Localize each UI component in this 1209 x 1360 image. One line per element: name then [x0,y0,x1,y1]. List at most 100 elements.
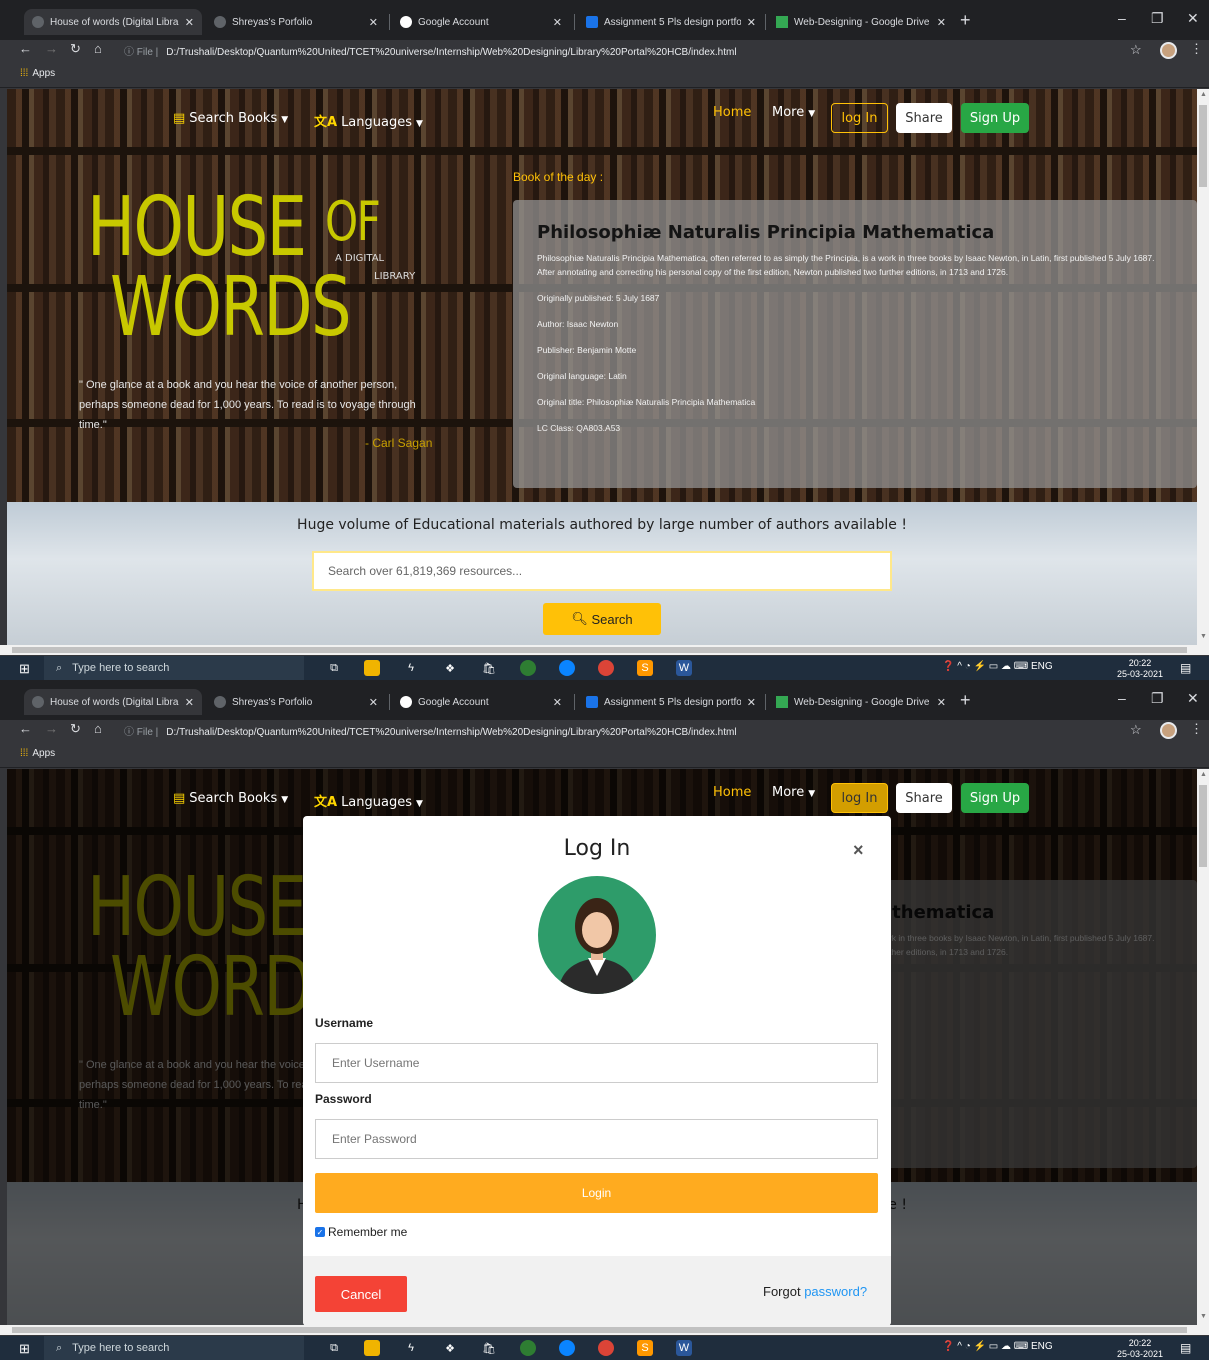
sublime-icon[interactable]: S [637,1340,653,1356]
login-button[interactable]: log In [831,783,888,813]
close-window-icon[interactable]: ✕ [1187,10,1199,27]
sublime-icon[interactable]: S [637,660,653,676]
home-icon[interactable]: ⌂ [94,721,102,736]
apps-bookmark[interactable]: ⁞⁞⁞ Apps [20,748,55,759]
new-tab-icon[interactable]: + [960,10,971,31]
tab-google-account[interactable]: Google Account ✕ [392,9,570,35]
paint-icon[interactable] [520,1340,536,1356]
scroll-thumb[interactable] [1199,785,1207,867]
search-books-dropdown[interactable]: ▤ Search Books ▼ [173,111,288,126]
chrome-icon[interactable] [598,660,614,676]
profile-avatar[interactable] [1160,722,1177,739]
vertical-scrollbar[interactable]: ▲ ▼ [1197,89,1209,645]
star-icon[interactable]: ☆ [1130,722,1142,738]
login-button[interactable]: log In [831,103,888,133]
menu-icon[interactable]: ⋮ [1190,41,1203,57]
tab-assignment[interactable]: Assignment 5 Pls design portfolio ✕ [578,689,764,715]
scroll-up-icon[interactable]: ▲ [1200,91,1207,98]
reload-icon[interactable]: ↻ [70,41,81,57]
profile-avatar[interactable] [1160,42,1177,59]
close-tab-icon[interactable]: ✕ [185,16,194,29]
lightning-app-icon[interactable]: ϟ [403,660,419,676]
tab-google-account[interactable]: Google Account ✕ [392,689,570,715]
reload-icon[interactable]: ↻ [70,721,81,737]
tab-google-drive[interactable]: Web-Designing - Google Drive ✕ [768,9,954,35]
signup-button[interactable]: Sign Up [961,783,1029,813]
back-icon[interactable]: ← [19,721,32,736]
store-icon[interactable]: 🛍︎ [481,1340,497,1356]
notifications-icon[interactable]: ▤ [1180,661,1191,675]
tab-house-of-words[interactable]: House of words (Digital Library) ✕ [24,689,202,715]
file-explorer-icon[interactable] [364,1340,380,1356]
share-button[interactable]: Share [896,103,952,133]
nav-home[interactable]: Home [713,105,751,120]
close-tab-icon[interactable]: ✕ [369,16,378,29]
store-icon[interactable]: 🛍︎ [481,660,497,676]
close-tab-icon[interactable]: ✕ [369,696,378,709]
nav-home[interactable]: Home [713,785,751,800]
tab-assignment[interactable]: Assignment 5 Pls design portfolio ✕ [578,9,764,35]
restore-icon[interactable]: ❐ [1151,10,1164,27]
task-view-icon[interactable]: ⧉ [326,1340,342,1356]
resource-search-input[interactable]: Search over 61,819,369 resources... [312,551,892,591]
scroll-down-icon[interactable]: ▼ [1200,633,1207,640]
dropbox-icon[interactable]: ❖ [442,1340,458,1356]
notifications-icon[interactable]: ▤ [1180,1341,1191,1355]
paint-icon[interactable] [520,660,536,676]
taskbar-search[interactable]: ⌕ Type here to search [44,656,304,680]
username-field[interactable]: Enter Username [315,1043,878,1083]
scroll-thumb[interactable] [12,647,1187,653]
vertical-scrollbar[interactable]: ▲ ▼ [1197,769,1209,1325]
windows-start-icon[interactable]: ⊞ [19,661,30,677]
system-tray[interactable]: ❓ ^ ◔ ⚡ ▭ ☁ ⌨ ENG [942,661,1053,672]
close-icon[interactable]: × [853,840,864,861]
close-tab-icon[interactable]: ✕ [937,696,946,709]
back-icon[interactable]: ← [19,41,32,56]
word-icon[interactable]: W [676,1340,692,1356]
url-field[interactable]: ⓘ File | D:/Trushali/Desktop/Quantum%20Un… [124,723,737,738]
clock[interactable]: 20:22 25-03-2021 [1117,1338,1163,1360]
tab-house-of-words[interactable]: House of words (Digital Library) ✕ [24,9,202,35]
remember-checkbox[interactable]: ✓ [315,1227,325,1237]
restore-icon[interactable]: ❐ [1151,690,1164,707]
close-tab-icon[interactable]: ✕ [937,16,946,29]
horizontal-scrollbar[interactable] [0,645,1209,655]
scroll-thumb[interactable] [1199,105,1207,187]
url-field[interactable]: ⓘ File | D:/Trushali/Desktop/Quantum%20Un… [124,43,737,58]
minimize-icon[interactable]: – [1118,690,1126,706]
file-explorer-icon[interactable] [364,660,380,676]
scroll-up-icon[interactable]: ▲ [1200,771,1207,778]
tab-google-drive[interactable]: Web-Designing - Google Drive ✕ [768,689,954,715]
system-tray[interactable]: ❓ ^ ◔ ⚡ ▭ ☁ ⌨ ENG [942,1341,1053,1352]
languages-dropdown[interactable]: 文A Languages ▼ [314,791,423,810]
close-tab-icon[interactable]: ✕ [747,696,756,709]
share-button[interactable]: Share [896,783,952,813]
forward-icon[interactable]: → [45,721,58,736]
scroll-thumb[interactable] [12,1327,1187,1333]
tab-portfolio[interactable]: Shreyas's Porfolio ✕ [206,9,386,35]
horizontal-scrollbar[interactable] [0,1325,1209,1335]
task-view-icon[interactable]: ⧉ [326,660,342,676]
star-icon[interactable]: ☆ [1130,42,1142,58]
new-tab-icon[interactable]: + [960,690,971,711]
edge-icon[interactable] [559,1340,575,1356]
chrome-icon[interactable] [598,1340,614,1356]
word-icon[interactable]: W [676,660,692,676]
info-icon[interactable]: ⓘ File | [124,47,158,58]
close-tab-icon[interactable]: ✕ [553,16,562,29]
tab-portfolio[interactable]: Shreyas's Porfolio ✕ [206,689,386,715]
menu-icon[interactable]: ⋮ [1190,721,1203,737]
info-icon[interactable]: ⓘ File | [124,727,158,738]
edge-icon[interactable] [559,660,575,676]
close-tab-icon[interactable]: ✕ [185,696,194,709]
forward-icon[interactable]: → [45,41,58,56]
lightning-app-icon[interactable]: ϟ [403,1340,419,1356]
close-tab-icon[interactable]: ✕ [553,696,562,709]
forgot-password-link[interactable]: password? [804,1284,867,1299]
password-field[interactable]: Enter Password [315,1119,878,1159]
minimize-icon[interactable]: – [1118,10,1126,26]
search-books-dropdown[interactable]: ▤ Search Books ▼ [173,791,288,806]
cancel-button[interactable]: Cancel [315,1276,407,1312]
dropbox-icon[interactable]: ❖ [442,660,458,676]
signup-button[interactable]: Sign Up [961,103,1029,133]
